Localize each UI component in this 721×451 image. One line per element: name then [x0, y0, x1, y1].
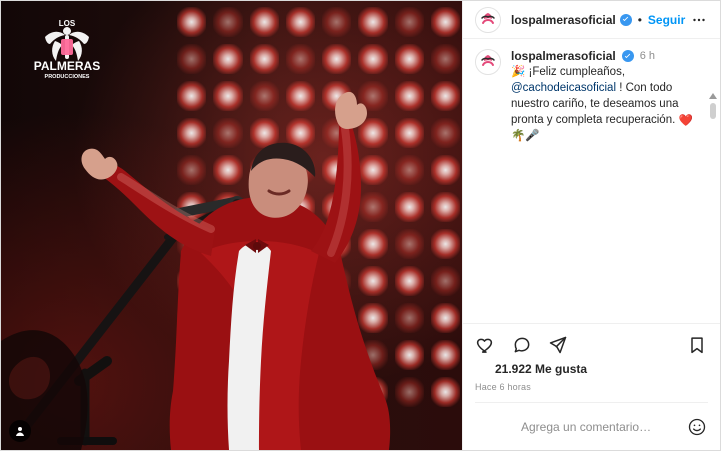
avatar[interactable] — [475, 6, 501, 33]
singer-head — [248, 142, 316, 218]
user-icon — [16, 427, 24, 436]
caption-heart-emoji: ❤️ — [678, 114, 693, 127]
post-header: lospalmerasoficial • Seguir — [463, 1, 720, 39]
like-button[interactable] — [475, 334, 497, 356]
username[interactable]: lospalmerasoficial — [511, 13, 616, 27]
scroll-thumb[interactable] — [710, 103, 716, 119]
caption-username[interactable]: lospalmerasoficial — [511, 49, 616, 63]
avatar-icon — [476, 50, 500, 74]
comment-input[interactable] — [485, 413, 676, 440]
comments-section[interactable]: lospalmerasoficial 6 h 🎉 ¡Feliz cumpleañ… — [463, 39, 720, 323]
caption-content: lospalmerasoficial 6 h 🎉 ¡Feliz cumpleañ… — [511, 49, 702, 144]
comment-icon — [514, 337, 530, 353]
smile-icon — [688, 418, 706, 435]
caption-text: 🎉 ¡Feliz cumpleaños, @cachodeicasoficial… — [511, 65, 702, 144]
follow-button[interactable]: Seguir — [648, 13, 685, 27]
avatar-icon — [476, 7, 500, 32]
action-bar — [475, 330, 708, 360]
caption-mention[interactable]: @cachodeicasoficial — [511, 82, 616, 94]
caption-prefix: 🎉 ¡Feliz cumpleaños, — [511, 66, 626, 78]
caption-row: lospalmerasoficial 6 h 🎉 ¡Feliz cumpleañ… — [475, 49, 702, 144]
checkmark-icon — [625, 53, 631, 58]
caption-meta: lospalmerasoficial 6 h — [511, 49, 702, 63]
caption-avatar[interactable] — [475, 49, 501, 75]
post-media[interactable]: LOS PALMERAS PRODUCCIONES — [1, 1, 462, 450]
singer-photo — [1, 91, 391, 450]
emoji-button[interactable] — [686, 416, 708, 438]
instagram-post-modal: LOS PALMERAS PRODUCCIONES lospalmerasofi… — [0, 0, 721, 451]
checkmark-icon — [623, 16, 629, 22]
caption-emojis: 🌴🎤 — [511, 130, 540, 143]
dot-separator: • — [637, 12, 642, 27]
header-user: lospalmerasoficial • Seguir — [511, 12, 685, 27]
verified-badge-icon — [621, 50, 634, 62]
likes-count[interactable]: 21.922 Me gusta — [495, 362, 708, 376]
actions-section: 21.922 Me gusta Hace 6 horas — [463, 323, 720, 450]
bookmark-icon — [691, 337, 703, 354]
save-button[interactable] — [686, 334, 708, 356]
share-button[interactable] — [547, 334, 569, 356]
singer-hands — [81, 91, 367, 180]
scroll-up-icon[interactable] — [709, 93, 717, 99]
caption-time[interactable]: 6 h — [640, 50, 655, 62]
comments-scrollbar[interactable] — [708, 91, 718, 323]
more-options-icon — [693, 18, 705, 21]
comment-button[interactable] — [511, 334, 533, 356]
verified-badge-icon — [619, 13, 632, 26]
more-options-button[interactable] — [688, 9, 710, 31]
heart-icon — [476, 338, 493, 353]
comment-composer — [475, 402, 708, 450]
post-details-panel: lospalmerasoficial • Seguir lospalmeraso… — [462, 1, 720, 450]
post-timestamp[interactable]: Hace 6 horas — [475, 382, 708, 392]
user-tag-icon[interactable] — [9, 420, 31, 442]
send-icon — [549, 336, 567, 354]
